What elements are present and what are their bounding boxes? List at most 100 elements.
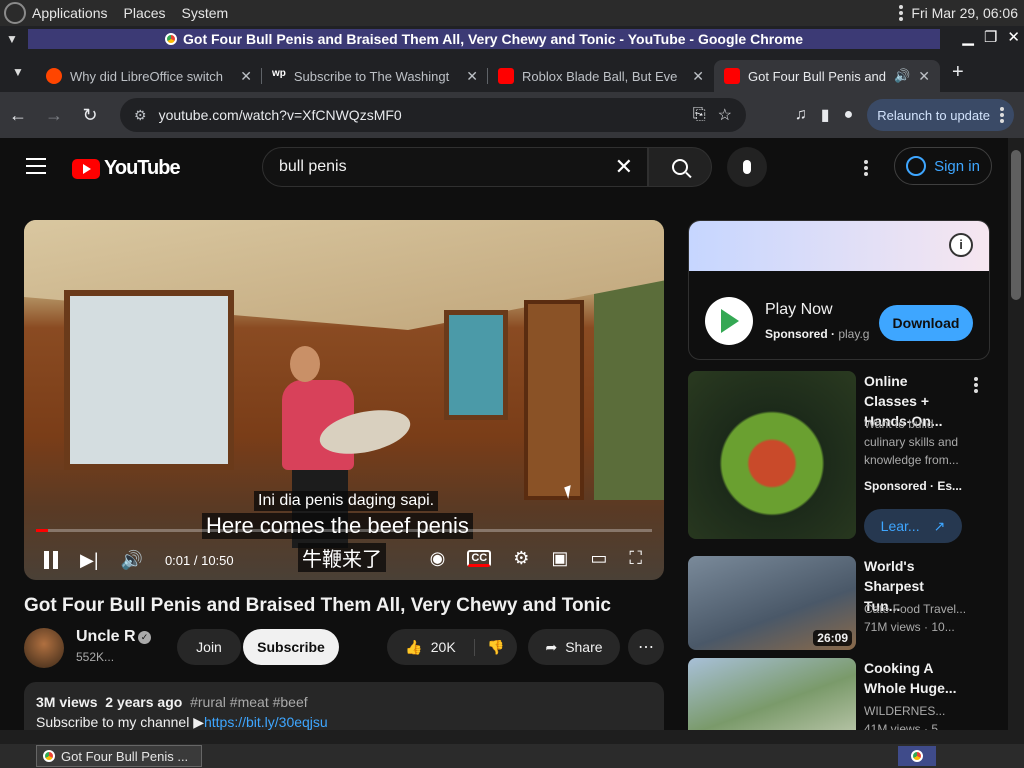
speaker-icon[interactable]: 🔊 <box>894 68 910 84</box>
subtitles-cc-icon[interactable]: CC <box>467 550 492 567</box>
share-label: Share <box>565 639 603 655</box>
recommendation-channel[interactable]: Cate Food Travel... <box>864 600 974 618</box>
channel-name[interactable]: Uncle Rui <box>76 628 136 646</box>
recommendation-item[interactable]: Online Classes + Hands-On... Want to bui… <box>688 371 988 547</box>
install-app-icon[interactable]: ⎘ <box>693 106 706 124</box>
taskbar-window-item[interactable]: Got Four Bull Penis ... <box>36 745 202 767</box>
fullscreen-icon[interactable]: ⛶ <box>629 548 642 569</box>
more-actions-button[interactable]: ⋯ <box>628 629 664 665</box>
video-player[interactable]: Ini dia penis daging sapi. Here comes th… <box>24 220 664 580</box>
clock[interactable]: Fri Mar 29, 06:06 <box>911 5 1018 21</box>
vertical-scrollbar[interactable] <box>1008 138 1024 730</box>
back-arrow-icon[interactable]: ← <box>0 105 36 126</box>
media-control-icon[interactable]: ♫ <box>795 106 807 124</box>
scrollbar-thumb[interactable] <box>1011 150 1021 300</box>
profile-avatar-icon[interactable]: ● <box>844 106 854 124</box>
recommendation-kebab-icon[interactable] <box>974 377 978 393</box>
autoplay-toggle-icon[interactable]: ◉ <box>430 548 446 569</box>
voice-search-button[interactable] <box>727 147 767 187</box>
info-icon[interactable]: i <box>949 233 973 257</box>
hamburger-menu-icon[interactable] <box>26 158 46 174</box>
progress-bar[interactable] <box>36 529 652 532</box>
clear-search-icon[interactable]: ✕ <box>615 154 633 180</box>
tab-washington-post[interactable]: wp Subscribe to The Washingt ✕ <box>262 60 488 92</box>
sign-in-button[interactable]: Sign in <box>894 147 992 185</box>
download-button[interactable]: Download <box>879 305 973 341</box>
window-menu-chevron-icon[interactable]: ▼ <box>0 27 24 51</box>
panel-kebab-icon[interactable] <box>899 5 904 21</box>
close-window-icon[interactable]: ✕ <box>1007 28 1020 46</box>
subscribe-button[interactable]: Subscribe <box>243 629 339 665</box>
share-button[interactable]: ➦ Share <box>528 629 620 665</box>
horizontal-scrollbar[interactable] <box>0 730 1024 744</box>
bookmark-star-icon[interactable]: ☆ <box>718 105 732 125</box>
workspace-switcher[interactable] <box>898 746 936 766</box>
address-bar[interactable]: ⚙ youtube.com/watch?v=XfCNWQzsMF0 ⎘ ☆ <box>120 98 746 132</box>
learn-more-button[interactable]: Lear... ↗ <box>864 509 962 543</box>
pause-icon[interactable] <box>44 551 58 569</box>
search-button[interactable] <box>648 147 712 187</box>
recommendation-item[interactable]: 26:09 World's Sharpest Tun... Cate Food … <box>688 556 988 650</box>
tab-label: Subscribe to The Washingt <box>293 68 450 84</box>
recommendation-item[interactable]: Cooking A Whole Huge... WILDERNES... 41M… <box>688 658 988 730</box>
youtube-logo[interactable]: YouTube <box>72 157 181 180</box>
minimize-icon[interactable]: ▁ <box>962 28 974 46</box>
menu-applications[interactable]: Applications <box>32 5 108 21</box>
channel-link[interactable]: https://bit.ly/30eqjsu <box>204 714 328 730</box>
taskbar-item-label: Got Four Bull Penis ... <box>61 748 189 764</box>
ad-banner-image: i <box>689 221 989 271</box>
relaunch-button[interactable]: Relaunch to update <box>867 99 1014 131</box>
site-info-tune-icon[interactable]: ⚙ <box>134 107 147 124</box>
video-thumbnail[interactable] <box>688 371 856 539</box>
tab-close-icon[interactable]: ✕ <box>240 68 252 85</box>
player-controls: ▶| 🔊 0:01 / 10:50 ◉ CC ⚙ ▣ ▭ ⛶ <box>24 540 664 580</box>
sign-in-label: Sign in <box>934 157 980 175</box>
description-line: Subscribe to my channel ▶ <box>36 714 204 730</box>
upload-age: 2 years ago <box>105 694 183 710</box>
tab-roblox[interactable]: Roblox Blade Ball, But Eve ✕ <box>488 60 714 92</box>
url-text[interactable]: youtube.com/watch?v=XfCNWQzsMF0 <box>159 107 681 123</box>
recommendation-channel[interactable]: WILDERNES... <box>864 702 974 720</box>
tab-search-chevron-icon[interactable]: ▼ <box>0 65 36 79</box>
new-tab-plus-icon[interactable]: + <box>952 61 964 84</box>
ad-title: Play Now <box>765 301 833 318</box>
recommendation-title[interactable]: Cooking A Whole Huge... <box>864 658 964 698</box>
gnome-foot-icon[interactable] <box>4 2 26 24</box>
progress-fill <box>36 529 49 532</box>
channel-avatar[interactable] <box>24 628 64 668</box>
menu-system[interactable]: System <box>182 5 229 21</box>
menu-places[interactable]: Places <box>124 5 166 21</box>
tab-libreoffice[interactable]: Why did LibreOffice switch ✕ <box>36 60 262 92</box>
cabin-window-blue <box>444 310 508 420</box>
sponsored-ad-card[interactable]: i Play Now Sponsored · play.g Download <box>688 220 990 360</box>
settings-gear-icon[interactable]: ⚙ <box>513 548 529 569</box>
maximize-icon[interactable]: ❐ <box>984 28 997 46</box>
tab-close-icon[interactable]: ✕ <box>466 68 478 85</box>
reload-icon[interactable]: ↻ <box>72 105 108 126</box>
dislike-button[interactable]: 👎 <box>475 639 517 656</box>
settings-kebab-icon[interactable] <box>864 160 868 176</box>
search-input[interactable]: bull penis ✕ <box>262 147 648 187</box>
hashtags[interactable]: #rural #meat #beef <box>190 694 308 710</box>
video-thumbnail[interactable] <box>688 658 856 730</box>
video-thumbnail[interactable]: 26:09 <box>688 556 856 650</box>
tab-close-icon[interactable]: ✕ <box>918 68 930 85</box>
youtube-wordmark: YouTube <box>104 157 181 179</box>
forward-arrow-icon[interactable]: → <box>36 105 72 126</box>
chrome-menu-icon[interactable] <box>1000 107 1004 123</box>
thumbs-down-icon: 👎 <box>487 638 505 655</box>
next-icon[interactable]: ▶| <box>80 550 99 571</box>
theater-mode-icon[interactable]: ▭ <box>590 548 607 569</box>
tab-close-icon[interactable]: ✕ <box>692 68 704 85</box>
miniplayer-icon[interactable]: ▣ <box>551 548 568 569</box>
share-arrow-icon: ➦ <box>545 638 558 655</box>
reddit-favicon-icon <box>46 68 62 84</box>
volume-icon[interactable]: 🔊 <box>121 550 143 571</box>
tab-active-video[interactable]: Got Four Bull Penis and 🔊 ✕ <box>714 60 940 92</box>
description-box[interactable]: 3M views 2 years ago #rural #meat #beef … <box>24 682 664 730</box>
join-button[interactable]: Join <box>177 629 241 665</box>
side-panel-icon[interactable]: ▮ <box>821 105 830 125</box>
recommendation-meta: 41M views · 5... <box>864 722 949 730</box>
search-icon <box>672 159 688 175</box>
like-button[interactable]: 👍 20K <box>387 638 475 656</box>
